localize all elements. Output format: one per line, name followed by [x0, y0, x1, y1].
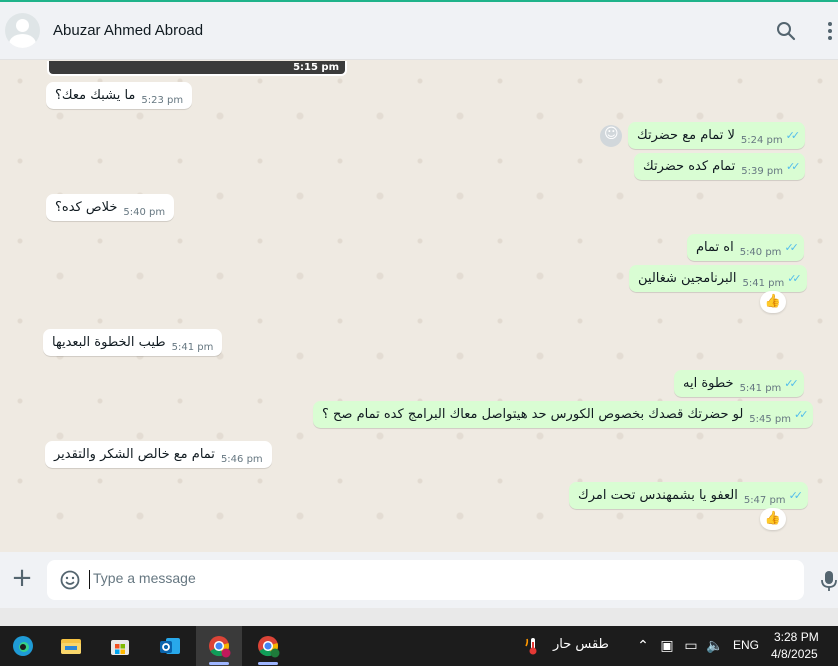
taskbar-edge[interactable]: [0, 626, 46, 666]
message-input[interactable]: Type a message: [93, 570, 196, 586]
camera-icon[interactable]: ▣: [658, 637, 676, 655]
search-icon[interactable]: [774, 19, 798, 43]
read-ticks-icon: ✓✓: [786, 160, 801, 173]
taskbar-chrome-whatsapp[interactable]: [196, 626, 242, 666]
message-outgoing[interactable]: اه تمام 5:40 pm ✓✓: [687, 234, 804, 261]
message-time: 5:24 pm: [740, 135, 783, 146]
chat-header: Abuzar Ahmed Abroad: [0, 2, 838, 60]
thumbs-up-reaction-icon[interactable]: 👍: [760, 508, 786, 530]
microphone-icon[interactable]: [820, 570, 838, 592]
taskbar-outlook[interactable]: [147, 626, 193, 666]
emoji-sticker-icon[interactable]: [59, 569, 81, 591]
message-incoming[interactable]: طيب الخطوة البعديها 5:41 pm: [43, 329, 223, 356]
message-time: 5:41 pm: [171, 342, 214, 353]
text-cursor: [89, 570, 90, 589]
folder-icon: [61, 639, 81, 654]
message-outgoing[interactable]: تمام كده حضرتك 5:39 pm ✓✓: [634, 153, 806, 180]
read-ticks-icon: ✓✓: [794, 408, 809, 421]
message-outgoing[interactable]: خطوة ايه 5:41 pm ✓✓: [674, 370, 804, 397]
clock-time[interactable]: 3:28 PM: [774, 630, 819, 644]
react-smiley-icon[interactable]: [600, 125, 622, 147]
message-text: البرنامجين شغالين: [638, 271, 737, 286]
read-ticks-icon: ✓✓: [784, 241, 799, 254]
message-incoming[interactable]: ما يشبك معك؟ 5:23 pm: [46, 82, 193, 109]
taskbar: طقس حار ⌃ ▣ ▭ 🔈 ENG 3:28 PM 4/8/2025: [0, 626, 838, 666]
avatar[interactable]: [5, 13, 40, 48]
message-outgoing[interactable]: لا تمام مع حضرتك 5:24 pm ✓✓: [628, 122, 806, 149]
more-options-icon[interactable]: [818, 19, 838, 43]
message-text: لو حضرتك قصدك بخصوص الكورس حد هيتواصل مع…: [322, 407, 744, 422]
message-time: 5:39 pm: [741, 166, 784, 177]
message-input-box[interactable]: Type a message: [47, 560, 804, 600]
read-ticks-icon: ✓✓: [784, 377, 799, 390]
window-bottom-strip: [0, 608, 838, 626]
weather-label[interactable]: طقس حار: [553, 637, 609, 652]
message-time: 5:40 pm: [739, 247, 782, 258]
store-icon: [111, 640, 129, 655]
read-ticks-icon: ✓✓: [788, 489, 804, 502]
chrome-icon: [258, 636, 280, 658]
message-text: لا تمام مع حضرتك: [637, 128, 735, 143]
language-indicator[interactable]: ENG: [733, 638, 759, 652]
chrome-icon: [209, 636, 231, 658]
chat-area[interactable]: 5:15 pm ما يشبك معك؟ 5:23 pm لا تمام مع ح…: [0, 61, 838, 552]
network-icon[interactable]: ▭: [682, 637, 700, 655]
message-time: 5:41 pm: [739, 383, 782, 394]
message-text: العفو يا بشمهندس تحت امرك: [578, 488, 738, 503]
message-text: اه تمام: [696, 240, 734, 255]
message-time: 5:47 pm: [743, 495, 786, 506]
attach-plus-icon[interactable]: +: [10, 565, 34, 591]
outlook-icon: [160, 638, 180, 654]
message-composer: + Type a message: [0, 552, 838, 608]
active-indicator: [258, 662, 278, 665]
taskbar-store[interactable]: [97, 626, 143, 666]
thermometer-icon[interactable]: [523, 636, 543, 656]
message-incoming[interactable]: خلاص كده؟ 5:40 pm: [46, 194, 175, 221]
message-outgoing[interactable]: العفو يا بشمهندس تحت امرك 5:47 pm ✓✓: [569, 482, 808, 509]
message-text: طيب الخطوة البعديها: [52, 335, 166, 350]
message-text: تمام مع خالص الشكر والتقدير: [54, 447, 215, 462]
media-message[interactable]: 5:15 pm: [47, 61, 347, 76]
read-ticks-icon: ✓✓: [787, 272, 802, 285]
message-time: 5:15 pm: [293, 62, 339, 73]
chevron-up-icon[interactable]: ⌃: [634, 637, 652, 655]
message-text: خلاص كده؟: [55, 200, 118, 215]
message-outgoing[interactable]: البرنامجين شغالين 5:41 pm ✓✓: [629, 265, 807, 292]
message-outgoing[interactable]: لو حضرتك قصدك بخصوص الكورس حد هيتواصل مع…: [313, 401, 814, 428]
thumbs-up-reaction-icon[interactable]: 👍: [760, 291, 786, 313]
message-time: 5:46 pm: [220, 454, 263, 465]
message-text: تمام كده حضرتك: [643, 159, 736, 174]
message-text: ما يشبك معك؟: [55, 88, 136, 103]
message-time: 5:41 pm: [742, 278, 785, 289]
taskbar-file-explorer[interactable]: [48, 626, 94, 666]
edge-icon: [13, 636, 33, 656]
taskbar-chrome-profile[interactable]: [245, 626, 291, 666]
message-time: 5:23 pm: [141, 95, 184, 106]
clock-date[interactable]: 4/8/2025: [771, 647, 818, 661]
message-incoming[interactable]: تمام مع خالص الشكر والتقدير 5:46 pm: [45, 441, 272, 468]
contact-name[interactable]: Abuzar Ahmed Abroad: [53, 22, 203, 39]
active-indicator: [209, 662, 229, 665]
message-text: خطوة ايه: [683, 376, 734, 391]
message-time: 5:40 pm: [123, 207, 166, 218]
read-ticks-icon: ✓✓: [785, 129, 801, 142]
message-time: 5:45 pm: [749, 414, 792, 425]
volume-icon[interactable]: 🔈: [706, 637, 724, 655]
